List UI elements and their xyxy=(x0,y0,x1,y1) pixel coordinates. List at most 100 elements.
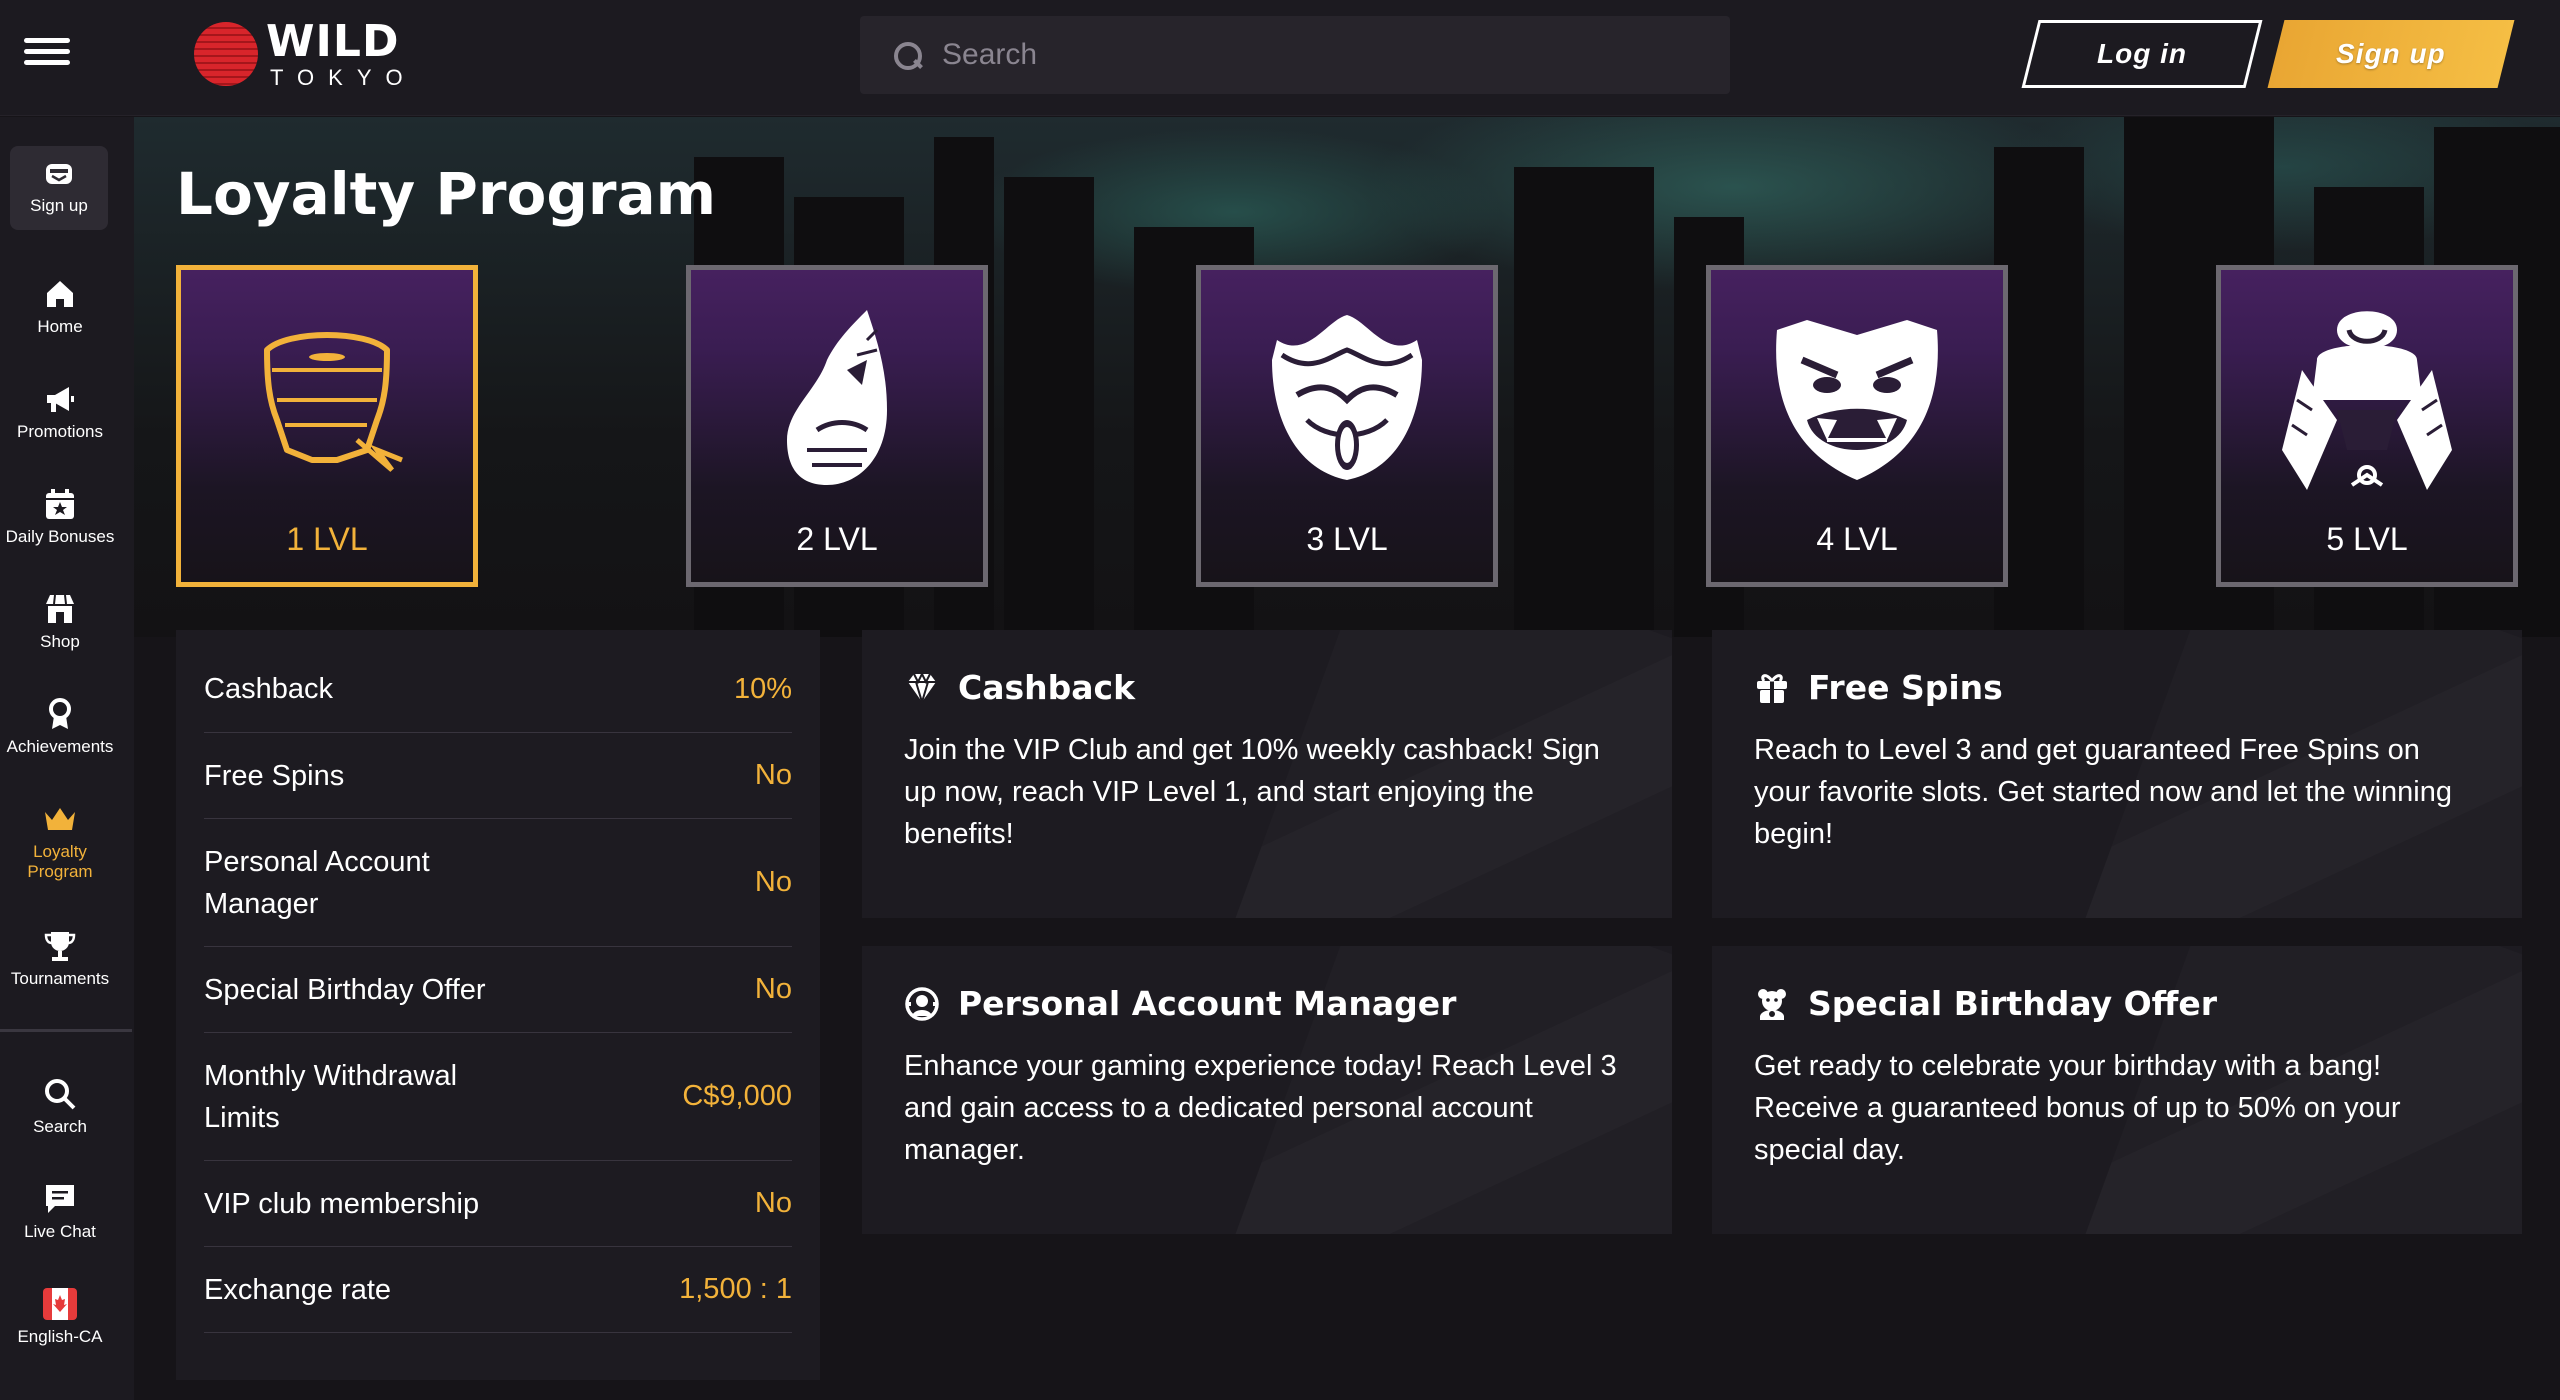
sidebar-item-label: Achievements xyxy=(6,737,114,756)
level-card-2[interactable]: 2 LVL xyxy=(686,265,988,587)
page-title: Loyalty Program xyxy=(176,160,717,228)
level-card-1[interactable]: 1 LVL xyxy=(176,265,478,587)
search-input[interactable] xyxy=(942,38,1702,72)
level-card-5[interactable]: 5 LVL xyxy=(2216,265,2518,587)
feature-card-personal-account-manager: Personal Account Manager Enhance your ga… xyxy=(862,946,1672,1234)
login-button[interactable]: Log in xyxy=(2021,20,2263,88)
bandana-mask-icon xyxy=(264,332,403,472)
sidebar-item-search[interactable]: Search xyxy=(0,1077,120,1137)
samurai-helmet-icon xyxy=(2282,311,2452,490)
benefit-value: No xyxy=(754,973,792,1005)
benefits-table: Cashback 10% Free Spins No Personal Acco… xyxy=(176,630,820,1380)
shop-icon xyxy=(46,594,74,623)
benefit-value: No xyxy=(754,866,792,898)
level-label: 3 LVL xyxy=(1306,521,1388,557)
logo-subtitle: TOKYO xyxy=(270,65,417,90)
top-bar: WILD TOKYO Log in Sign up xyxy=(0,0,2560,116)
chat-icon xyxy=(46,1185,74,1213)
benefit-name: Free Spins xyxy=(204,759,345,792)
crown-icon xyxy=(45,808,75,830)
sidebar-item-label: Shop xyxy=(40,632,80,651)
feature-description: Get ready to celebrate your birthday wit… xyxy=(1754,1050,2401,1166)
sidebar-item-label: Daily Bonuses xyxy=(5,527,115,546)
feature-title: Cashback xyxy=(958,668,1136,707)
feature-title: Personal Account Manager xyxy=(958,984,1457,1023)
gift-box-icon xyxy=(46,164,72,184)
benefit-value: C$9,000 xyxy=(682,1080,792,1112)
table-row: Special Birthday Offer No xyxy=(204,947,792,1033)
benefit-value: 1,500 : 1 xyxy=(679,1273,792,1305)
level-label: 2 LVL xyxy=(796,521,878,557)
table-row: VIP club membership No xyxy=(204,1161,792,1247)
sidebar: Sign up Home Promotions Daily Bonuses Sh… xyxy=(0,117,134,1400)
sidebar-item-label: Live Chat xyxy=(24,1222,96,1241)
sidebar-item-tournaments[interactable]: Tournaments xyxy=(0,929,120,989)
table-row: Personal Account Manager No xyxy=(204,819,792,947)
sidebar-item-shop[interactable]: Shop xyxy=(0,592,120,652)
sidebar-item-label: Sign up xyxy=(30,196,88,215)
gift-icon xyxy=(1757,673,1787,703)
sidebar-item-label: Home xyxy=(37,317,83,336)
benefit-value: No xyxy=(754,759,792,791)
feature-card-special-birthday-offer: Special Birthday Offer Get ready to cele… xyxy=(1712,946,2522,1234)
birthday-bear-icon xyxy=(1758,988,1786,1020)
sidebar-item-label: Search xyxy=(33,1117,87,1136)
home-icon xyxy=(47,281,73,307)
table-row: Monthly Withdrawal Limits C$9,000 xyxy=(204,1033,792,1161)
search-icon xyxy=(45,1079,76,1110)
benefit-name: VIP club membership xyxy=(204,1187,480,1220)
search-bar[interactable] xyxy=(860,16,1730,94)
tengu-mask-icon xyxy=(1272,315,1422,480)
trophy-icon xyxy=(44,932,76,961)
manager-icon xyxy=(905,986,939,1021)
benefit-value: No xyxy=(754,1187,792,1219)
benefit-name: Cashback xyxy=(204,673,333,705)
benefit-name: Special Birthday Offer xyxy=(204,973,486,1006)
table-row: Exchange rate 1,500 : 1 xyxy=(204,1247,792,1333)
login-button-label: Log in xyxy=(2097,38,2187,69)
search-icon xyxy=(892,40,922,70)
megaphone-icon xyxy=(47,387,74,412)
calendar-star-icon xyxy=(46,489,74,519)
sidebar-item-daily-bonuses[interactable]: Daily Bonuses xyxy=(0,487,120,547)
feature-title: Free Spins xyxy=(1808,668,2003,707)
logo-wordmark: WILD xyxy=(266,16,400,67)
kitsune-mask-icon xyxy=(787,310,887,485)
benefit-value: 10% xyxy=(733,672,792,705)
feature-card-free-spins: Free Spins Reach to Level 3 and get guar… xyxy=(1712,630,2522,918)
feature-card-cashback: Cashback Join the VIP Club and get 10% w… xyxy=(862,630,1672,918)
logo[interactable]: WILD TOKYO xyxy=(194,18,403,90)
feature-description: Reach to Level 3 and get guaranteed Free… xyxy=(1754,734,2452,850)
feature-description: Enhance your gaming experience today! Re… xyxy=(904,1050,1617,1166)
oni-mask-icon xyxy=(1776,320,1938,480)
sidebar-item-label: Loyalty Program xyxy=(27,842,93,881)
sidebar-item-achievements[interactable]: Achievements xyxy=(0,697,120,757)
signup-button[interactable]: Sign up xyxy=(2267,20,2515,88)
level-card-4[interactable]: 4 LVL xyxy=(1706,265,2008,587)
sidebar-item-live-chat[interactable]: Live Chat xyxy=(0,1182,120,1242)
table-row: Free Spins No xyxy=(204,733,792,819)
level-label: 4 LVL xyxy=(1816,521,1898,557)
sidebar-item-promotions[interactable]: Promotions xyxy=(0,382,120,442)
canada-flag-icon xyxy=(43,1288,77,1320)
feature-title: Special Birthday Offer xyxy=(1808,984,2218,1023)
sidebar-item-home[interactable]: Home xyxy=(0,277,120,337)
benefit-name: Monthly Withdrawal Limits xyxy=(204,1059,458,1134)
feature-description: Join the VIP Club and get 10% weekly cas… xyxy=(904,734,1600,850)
level-label: 5 LVL xyxy=(2326,521,2408,557)
level-label: 1 LVL xyxy=(286,521,368,557)
table-row: Cashback 10% xyxy=(204,630,792,733)
level-card-3[interactable]: 3 LVL xyxy=(1196,265,1498,587)
sidebar-item-language[interactable]: English-CA xyxy=(0,1287,120,1347)
menu-icon[interactable] xyxy=(24,38,70,72)
sidebar-item-sign-up[interactable]: Sign up xyxy=(10,146,108,230)
benefit-name: Exchange rate xyxy=(204,1273,392,1306)
sidebar-item-loyalty-program[interactable]: Loyalty Program xyxy=(0,802,120,882)
logo-sun-icon xyxy=(194,22,258,86)
sidebar-item-label: English-CA xyxy=(17,1327,103,1346)
award-icon xyxy=(49,698,71,729)
sidebar-item-label: Promotions xyxy=(17,422,103,441)
signup-button-label: Sign up xyxy=(2336,38,2446,69)
benefit-name: Personal Account Manager xyxy=(204,845,430,920)
diamond-icon xyxy=(908,671,936,705)
